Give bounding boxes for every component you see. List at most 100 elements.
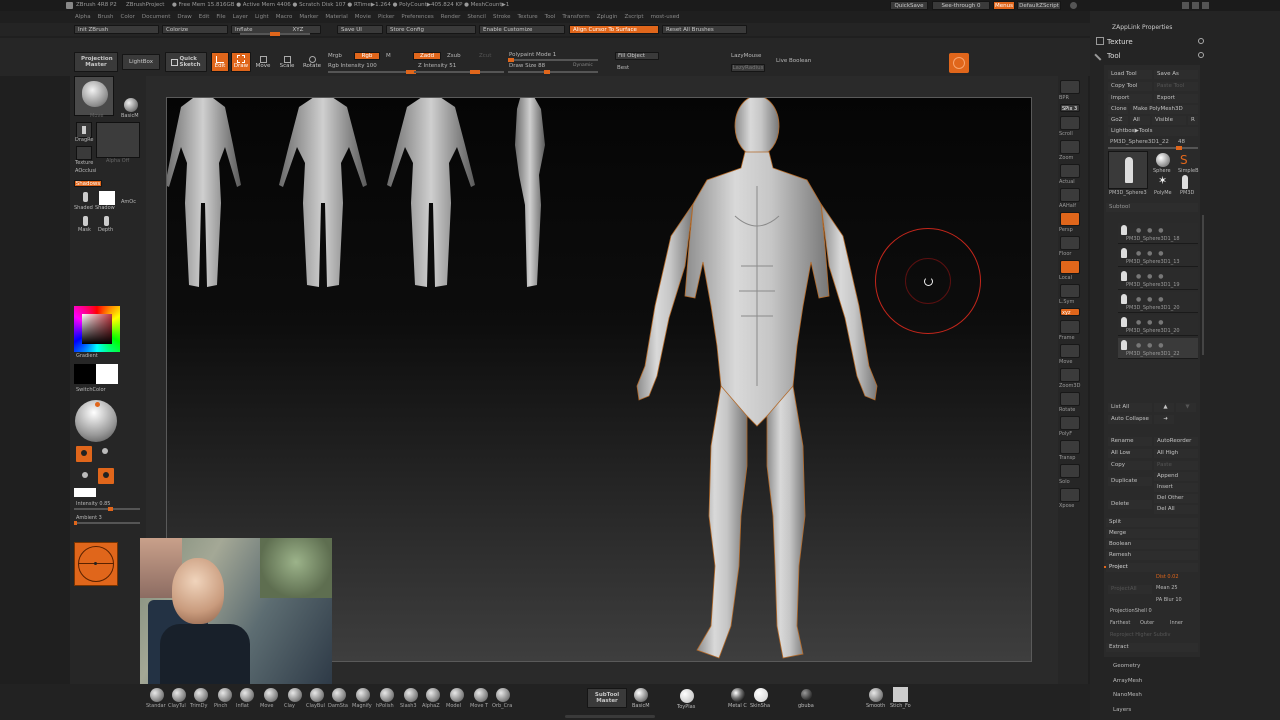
layout-icon[interactable]: [1182, 2, 1189, 9]
menu-zplugin[interactable]: Zplugin: [597, 14, 618, 20]
texture-refresh-icon[interactable]: [1198, 38, 1204, 44]
pinch-brush-icon[interactable]: [218, 688, 232, 702]
export-button[interactable]: Export: [1154, 94, 1198, 103]
mrgb-button[interactable]: Mrgb: [328, 53, 342, 60]
align-cursor-button[interactable]: Align Cursor To Surface: [569, 25, 659, 34]
persp-icon[interactable]: [1060, 212, 1080, 226]
skinshade-material-icon[interactable]: [754, 688, 768, 702]
menu-color[interactable]: Color: [121, 14, 135, 20]
shadows-button[interactable]: Shadows: [74, 180, 102, 187]
light-3-icon[interactable]: [82, 472, 88, 478]
sculpt-model[interactable]: [607, 97, 907, 662]
light-1-icon[interactable]: [76, 446, 92, 462]
polymesh-star-icon[interactable]: ✶: [1158, 175, 1168, 187]
minimize-icon[interactable]: [1192, 2, 1199, 9]
light-2-icon[interactable]: [102, 448, 108, 454]
projection-master-button[interactable]: Projection Master: [74, 52, 118, 72]
boolean-button[interactable]: Boolean: [1106, 540, 1198, 549]
depth-icon[interactable]: [104, 216, 109, 226]
colorize-button[interactable]: Colorize: [162, 25, 228, 34]
claybul-brush-icon[interactable]: [310, 688, 324, 702]
arrows-icon[interactable]: ➜: [1154, 415, 1174, 424]
solo-icon[interactable]: [1060, 464, 1080, 478]
subtool-visibility-icon[interactable]: ● ● ●: [1136, 296, 1166, 303]
local-icon[interactable]: [1060, 260, 1080, 274]
menu-brush[interactable]: Brush: [98, 14, 114, 20]
load-tool-button[interactable]: Load Tool: [1108, 70, 1152, 79]
xpose-icon[interactable]: [1060, 488, 1080, 502]
alphaz-brush-icon[interactable]: [426, 688, 440, 702]
move-up-arrow-icon[interactable]: ▲: [1154, 403, 1174, 412]
ambient-track[interactable]: [74, 521, 140, 525]
close-icon[interactable]: [1202, 2, 1209, 9]
del-other-button[interactable]: Del Other: [1154, 494, 1198, 503]
texture-thumbnail[interactable]: [76, 146, 92, 160]
quick-sketch-button[interactable]: Quick Sketch: [165, 52, 207, 72]
m-button[interactable]: M: [386, 53, 391, 60]
stroke-thumbnail[interactable]: [76, 122, 92, 138]
enable-customize-button[interactable]: Enable Customize: [479, 25, 565, 34]
subtool-visibility-icon[interactable]: ● ● ●: [1136, 227, 1166, 234]
autoreorder-button[interactable]: AutoReorder: [1154, 437, 1198, 446]
help-icon[interactable]: [1070, 2, 1077, 9]
shadow-swatch[interactable]: [99, 191, 115, 205]
delete-button[interactable]: Delete: [1108, 500, 1152, 509]
menu-stroke[interactable]: Stroke: [493, 14, 511, 20]
alpha-thumbnail[interactable]: [96, 122, 140, 158]
slash3-brush-icon[interactable]: [404, 688, 418, 702]
simplebrush-icon[interactable]: S: [1180, 153, 1192, 167]
inflate-track[interactable]: [240, 32, 310, 36]
menu-most-used[interactable]: most-used: [651, 14, 680, 20]
edit-button[interactable]: Edit: [211, 52, 229, 72]
pa-blur-slider[interactable]: PA Blur 10: [1156, 598, 1182, 603]
menu-transform[interactable]: Transform: [562, 14, 589, 20]
intensity-track[interactable]: [74, 507, 140, 511]
rgb-intensity-track[interactable]: [328, 70, 416, 74]
subtool-master-button[interactable]: SubTool Master: [587, 688, 627, 708]
menu-preferences[interactable]: Preferences: [401, 14, 433, 20]
make-polymesh-button[interactable]: Make PolyMesh3D: [1130, 105, 1198, 114]
polyf-icon[interactable]: [1060, 416, 1080, 430]
store-config-button[interactable]: Store Config: [386, 25, 476, 34]
zcut-button[interactable]: Zcut: [479, 53, 491, 60]
menu-file[interactable]: File: [216, 14, 225, 20]
rgb-intensity-slider[interactable]: Rgb Intensity 100: [328, 63, 377, 70]
z-intensity-slider[interactable]: Z Intensity 51: [418, 63, 456, 70]
subtool-row[interactable]: ● ● ● PM3D_Sphere3D1_18: [1118, 223, 1198, 244]
light-4-icon[interactable]: [98, 468, 114, 484]
all-low-button[interactable]: All Low: [1108, 449, 1152, 458]
menu-document[interactable]: Document: [142, 14, 171, 20]
menus-button[interactable]: Menus: [993, 1, 1015, 10]
move-icon[interactable]: [1060, 344, 1080, 358]
menu-marker[interactable]: Marker: [299, 14, 318, 20]
mask-icon[interactable]: [83, 216, 88, 226]
menu-material[interactable]: Material: [325, 14, 347, 20]
geometry-section[interactable]: Geometry: [1113, 663, 1140, 670]
actual-icon[interactable]: [1060, 164, 1080, 178]
projectall-button[interactable]: ProjectAll: [1108, 585, 1152, 594]
layers-section[interactable]: Layers: [1113, 707, 1131, 714]
projection-shell-slider[interactable]: ProjectionShell 0: [1110, 609, 1152, 614]
navigation-sphere[interactable]: [74, 542, 118, 586]
menu-edit[interactable]: Edit: [199, 14, 210, 20]
claytul-brush-icon[interactable]: [172, 688, 186, 702]
menu-draw[interactable]: Draw: [177, 14, 191, 20]
rgb-button[interactable]: Rgb: [354, 52, 380, 60]
lightbox-tools-button[interactable]: Lightbox▶Tools: [1108, 127, 1198, 136]
bottom-scroll-handle[interactable]: [565, 715, 655, 718]
seethrough-slider[interactable]: See-through 0: [932, 1, 990, 10]
auto-collapse-button[interactable]: Auto Collapse: [1108, 415, 1152, 424]
subtool-visibility-icon[interactable]: ● ● ●: [1136, 250, 1166, 257]
nanomesh-section[interactable]: NanoMesh: [1113, 692, 1142, 699]
rotate-button[interactable]: Rotate: [302, 52, 322, 72]
save-ui-button[interactable]: Save UI: [337, 25, 383, 34]
inner-button[interactable]: Inner: [1170, 621, 1183, 626]
move-down-arrow-icon[interactable]: ▼: [1176, 403, 1196, 412]
paste-tool-button[interactable]: Paste Tool: [1154, 82, 1198, 91]
basicm-material-icon[interactable]: [634, 688, 648, 702]
ambient-slider[interactable]: Ambient 3: [76, 516, 102, 521]
subtool-header[interactable]: Subtool: [1106, 203, 1198, 212]
standar-brush-icon[interactable]: [150, 688, 164, 702]
subtool-visibility-icon[interactable]: ● ● ●: [1136, 319, 1166, 326]
draw-size-track[interactable]: [508, 70, 598, 74]
